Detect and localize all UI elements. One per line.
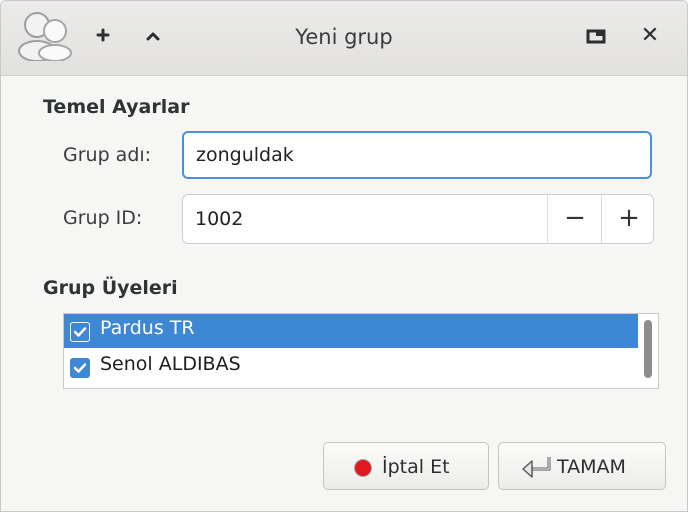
group-id-value[interactable]: 1002: [195, 195, 243, 243]
members-list: Pardus TR Senol ALDIBAS: [63, 313, 659, 389]
ok-button-label: TAMAM: [557, 456, 626, 478]
dialog-window: Yeni grup ✕ Temel Ayarlar Grup adı: zong…: [0, 0, 688, 512]
titlebar: Yeni grup ✕: [1, 1, 687, 76]
list-item[interactable]: Senol ALDIBAS: [64, 350, 638, 384]
checkbox-checked[interactable]: [70, 358, 90, 378]
list-item-label: Pardus TR: [100, 317, 195, 339]
cancel-button[interactable]: İptal Et: [323, 442, 489, 490]
group-id-spinner: 1002 − +: [182, 194, 654, 244]
group-members-heading: Grup Üyeleri: [43, 277, 178, 299]
list-item[interactable]: Pardus TR: [64, 314, 638, 348]
stop-icon: [354, 459, 372, 477]
group-id-label: Grup ID:: [63, 207, 143, 229]
maximize-icon[interactable]: [585, 27, 607, 47]
cancel-button-label: İptal Et: [382, 456, 450, 478]
group-name-input[interactable]: zonguldak: [182, 131, 652, 179]
increment-button[interactable]: +: [601, 195, 656, 243]
decrement-button[interactable]: −: [547, 195, 602, 243]
basic-settings-heading: Temel Ayarlar: [43, 96, 190, 118]
group-name-label: Grup adı:: [63, 144, 152, 166]
checkbox-checked[interactable]: [70, 322, 90, 342]
list-item-label: Senol ALDIBAS: [100, 353, 241, 375]
enter-arrow-icon: [519, 453, 555, 481]
ok-button[interactable]: TAMAM: [498, 442, 666, 490]
scrollbar[interactable]: [644, 320, 652, 378]
close-icon[interactable]: ✕: [638, 24, 662, 48]
